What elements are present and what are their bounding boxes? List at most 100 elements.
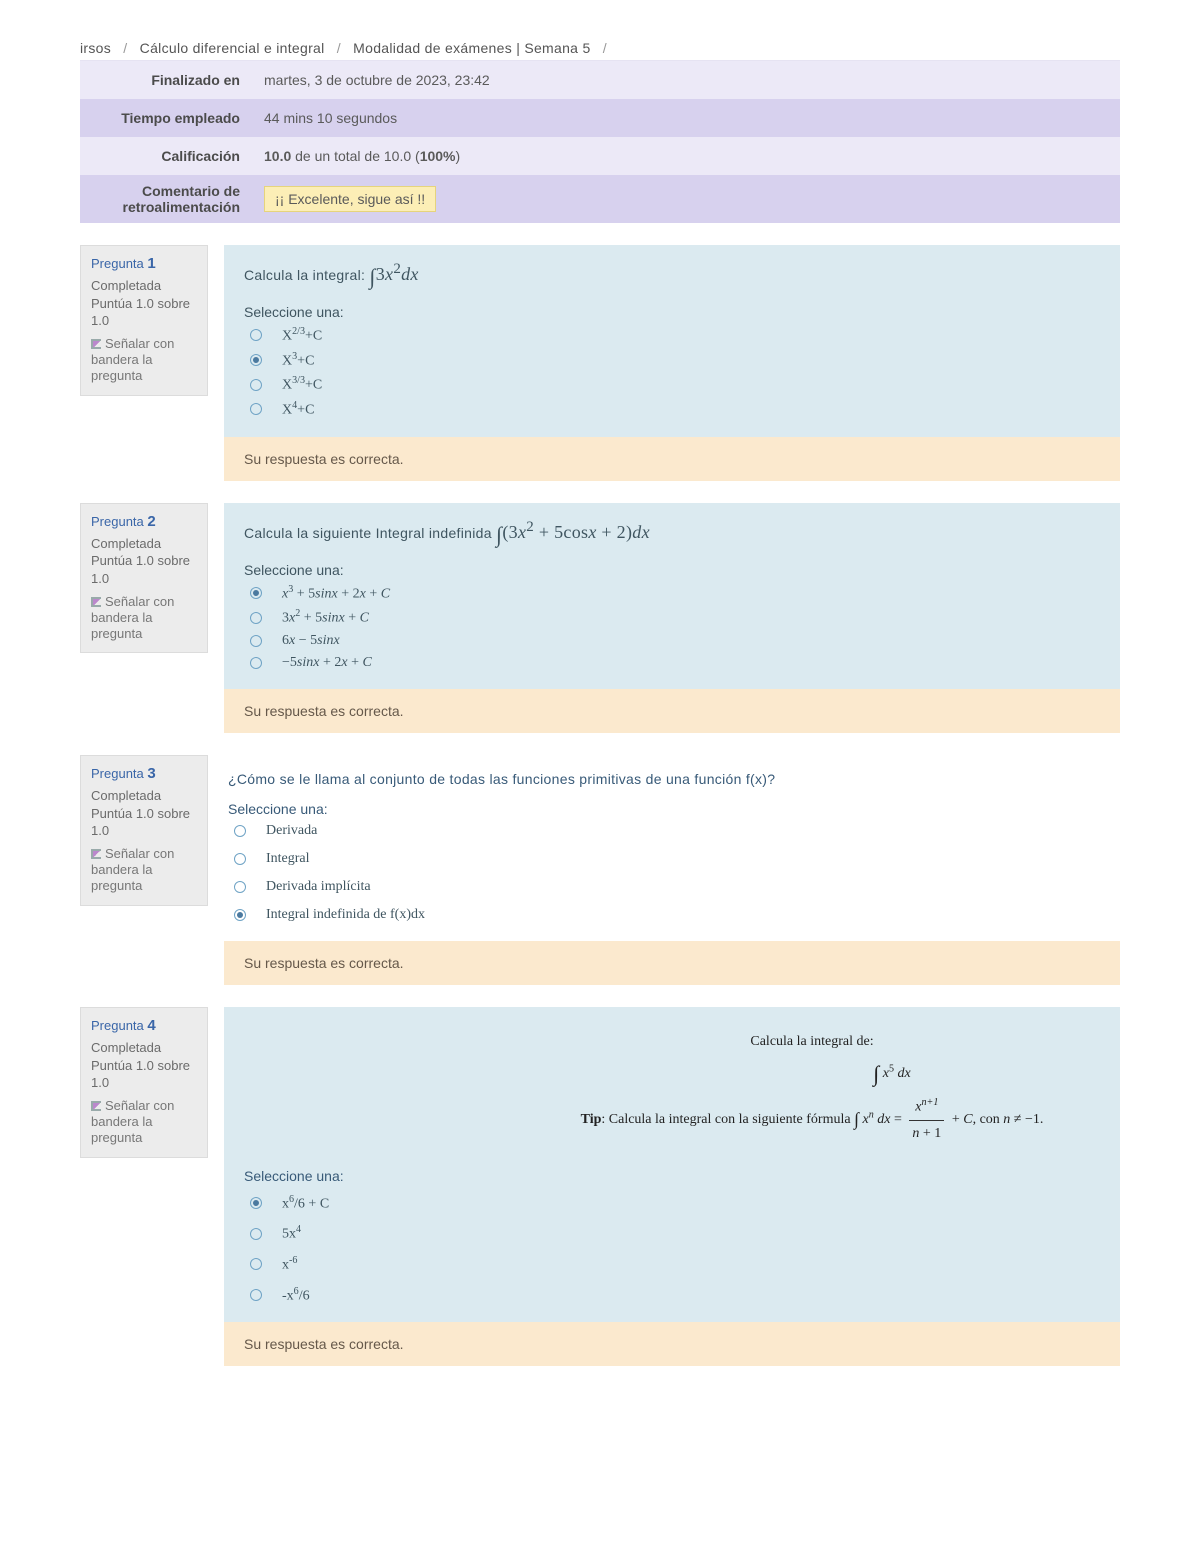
feedback-chip: ¡¡ Excelente, sigue así !! xyxy=(264,186,436,212)
flag-icon xyxy=(91,849,101,859)
answer-option[interactable]: Derivada implícita xyxy=(234,879,1116,895)
question-num-value: 3 xyxy=(147,765,155,782)
radio-icon xyxy=(250,1289,262,1301)
question-meta: Pregunta 4 Completada Puntúa 1.0 sobre 1… xyxy=(80,1007,208,1158)
radio-icon xyxy=(250,635,262,647)
breadcrumb-item[interactable]: Modalidad de exámenes | Semana 5 xyxy=(353,40,590,56)
question-card: Calcula la siguiente Integral indefinida… xyxy=(224,503,1120,689)
answer-option[interactable]: Integral xyxy=(234,851,1116,867)
question-meta: Pregunta 2 Completada Puntúa 1.0 sobre 1… xyxy=(80,503,208,654)
question-prompt: Calcula la siguiente Integral indefinida… xyxy=(244,519,1100,548)
breadcrumb-sep: / xyxy=(123,40,127,56)
option-label: x6/6 + C xyxy=(282,1194,329,1213)
tip-text: : Calcula la integral con la siguiente f… xyxy=(601,1112,854,1127)
radio-icon xyxy=(250,587,262,599)
option-label: 6x − 5sinx xyxy=(282,633,340,649)
answer-option[interactable]: X3/3+C xyxy=(250,375,1100,394)
option-label: 5x4 xyxy=(282,1224,301,1243)
answer-option[interactable]: x-6 xyxy=(250,1255,1100,1274)
summary-label-feedback: Comentario de retroalimentación xyxy=(80,175,250,223)
question-meta: Pregunta 1 Completada Puntúa 1.0 sobre 1… xyxy=(80,245,208,396)
answer-option[interactable]: x3 + 5sinx + 2x + C xyxy=(250,584,1100,603)
tip-line1: Calcula la integral de: xyxy=(524,1029,1100,1054)
question-card: Calcula la integral de: ∫ x5 dx Tip: Cal… xyxy=(224,1007,1120,1322)
option-label: Derivada implícita xyxy=(266,879,371,895)
option-list: X2/3+C X3+C X3/3+C X4+C xyxy=(244,326,1100,419)
summary-label-grade: Calificación xyxy=(80,140,250,172)
breadcrumb-item[interactable]: irsos xyxy=(80,40,111,56)
answer-option[interactable]: Integral indefinida de f(x)dx xyxy=(234,907,1116,923)
breadcrumb-sep: / xyxy=(337,40,341,56)
answer-option[interactable]: x6/6 + C xyxy=(250,1194,1100,1213)
question-number: Pregunta 4 xyxy=(91,1016,197,1036)
answer-feedback: Su respuesta es correcta. xyxy=(224,437,1120,481)
question-num-value: 1 xyxy=(147,255,155,272)
option-label: -x6/6 xyxy=(282,1286,310,1305)
question-1: Pregunta 1 Completada Puntúa 1.0 sobre 1… xyxy=(80,245,1120,481)
answer-option[interactable]: X3+C xyxy=(250,351,1100,370)
option-label: Integral indefinida de f(x)dx xyxy=(266,907,425,923)
question-score: Puntúa 1.0 sobre 1.0 xyxy=(91,1057,197,1092)
question-prompt: ¿Cómo se le llama al conjunto de todas l… xyxy=(228,771,1116,787)
question-score: Puntúa 1.0 sobre 1.0 xyxy=(91,805,197,840)
question-card: Calcula la integral: ∫3x2dx Seleccione u… xyxy=(224,245,1120,437)
option-label: −5sinx + 2x + C xyxy=(282,655,372,671)
answer-feedback: Su respuesta es correcta. xyxy=(224,689,1120,733)
question-prompt: Calcula la integral: ∫3x2dx xyxy=(244,261,1100,290)
flag-question-link[interactable]: Señalar con bandera la pregunta xyxy=(91,336,197,385)
flag-question-link[interactable]: Señalar con bandera la pregunta xyxy=(91,1098,197,1147)
radio-icon xyxy=(250,354,262,366)
question-3: Pregunta 3 Completada Puntúa 1.0 sobre 1… xyxy=(80,755,1120,985)
option-label: x3 + 5sinx + 2x + C xyxy=(282,584,390,603)
summary-value-feedback: ¡¡ Excelente, sigue así !! xyxy=(250,178,1120,220)
answer-option[interactable]: 6x − 5sinx xyxy=(250,633,1100,649)
radio-icon xyxy=(250,657,262,669)
radio-icon xyxy=(234,853,246,865)
flag-icon xyxy=(91,1101,101,1111)
radio-icon xyxy=(250,612,262,624)
question-word: Pregunta xyxy=(91,514,147,529)
radio-icon xyxy=(250,379,262,391)
tip-integral: ∫ x5 dx xyxy=(524,1054,1100,1094)
question-2: Pregunta 2 Completada Puntúa 1.0 sobre 1… xyxy=(80,503,1120,733)
option-label: Derivada xyxy=(266,823,317,839)
tip-bold: Tip xyxy=(581,1112,602,1127)
question-score: Puntúa 1.0 sobre 1.0 xyxy=(91,552,197,587)
summary-value-finished: martes, 3 de octubre de 2023, 23:42 xyxy=(250,64,1120,96)
summary-label-time: Tiempo empleado xyxy=(80,102,250,134)
answer-feedback: Su respuesta es correcta. xyxy=(224,1322,1120,1366)
answer-option[interactable]: Derivada xyxy=(234,823,1116,839)
select-one-label: Seleccione una: xyxy=(228,801,1116,817)
answer-option[interactable]: 3x2 + 5sinx + C xyxy=(250,608,1100,627)
option-label: X2/3+C xyxy=(282,326,322,345)
question-score: Puntúa 1.0 sobre 1.0 xyxy=(91,295,197,330)
option-label: x-6 xyxy=(282,1255,297,1274)
breadcrumb: irsos / Cálculo diferencial e integral /… xyxy=(80,40,1120,60)
flag-question-link[interactable]: Señalar con bandera la pregunta xyxy=(91,594,197,643)
prompt-text: Calcula la siguiente Integral indefinida xyxy=(244,525,496,541)
flag-text: Señalar con bandera la pregunta xyxy=(91,846,174,894)
grade-percent: 100% xyxy=(420,148,456,164)
option-label: X4+C xyxy=(282,400,314,419)
question-word: Pregunta xyxy=(91,1018,147,1033)
flag-text: Señalar con bandera la pregunta xyxy=(91,1098,174,1146)
option-label: X3/3+C xyxy=(282,375,322,394)
prompt-text: Calcula la integral: xyxy=(244,267,369,283)
summary-value-grade: 10.0 de un total de 10.0 (100%) xyxy=(250,140,1120,172)
breadcrumb-item[interactable]: Cálculo diferencial e integral xyxy=(140,40,325,56)
answer-option[interactable]: -x6/6 xyxy=(250,1286,1100,1305)
answer-option[interactable]: −5sinx + 2x + C xyxy=(250,655,1100,671)
question-meta: Pregunta 3 Completada Puntúa 1.0 sobre 1… xyxy=(80,755,208,906)
radio-icon xyxy=(250,1228,262,1240)
question-number: Pregunta 1 xyxy=(91,254,197,274)
radio-icon xyxy=(250,403,262,415)
radio-icon xyxy=(250,329,262,341)
answer-option[interactable]: 5x4 xyxy=(250,1224,1100,1243)
question-word: Pregunta xyxy=(91,256,147,271)
answer-option[interactable]: X4+C xyxy=(250,400,1100,419)
radio-icon xyxy=(234,825,246,837)
breadcrumb-sep: / xyxy=(603,40,607,56)
answer-option[interactable]: X2/3+C xyxy=(250,326,1100,345)
question-number: Pregunta 2 xyxy=(91,512,197,532)
flag-question-link[interactable]: Señalar con bandera la pregunta xyxy=(91,846,197,895)
